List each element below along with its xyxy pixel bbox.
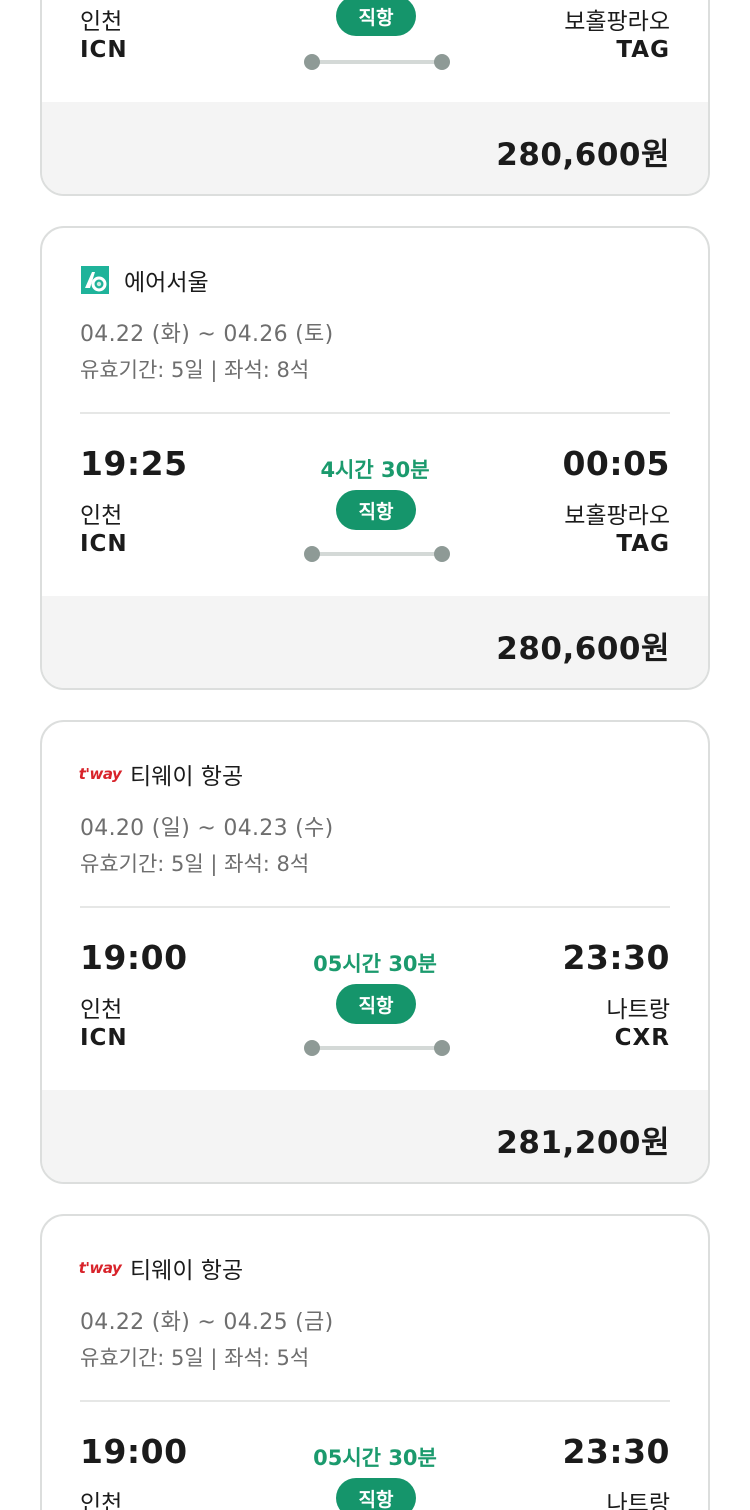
departure-code: ICN — [80, 1025, 128, 1051]
tway-logo-icon: t'way — [78, 765, 122, 783]
price-bar: 280,600원 — [42, 102, 708, 194]
flight-card[interactable]: t'way 티웨이 항공 04.22 (화) ~ 04.25 (금) 유효기간:… — [40, 1214, 710, 1510]
price: 280,600원 — [496, 631, 670, 667]
route-line — [304, 54, 450, 70]
airline-row: t'way 티웨이 항공 — [78, 756, 244, 792]
route-line — [304, 1040, 450, 1056]
arrival-city: 보홀팡라오 — [564, 503, 670, 529]
travel-dates: 04.20 (일) ~ 04.23 (수) — [80, 816, 334, 841]
price-bar: 281,200원 — [42, 1090, 708, 1182]
flight-card[interactable]: t'way 티웨이 항공 04.20 (일) ~ 04.23 (수) 유효기간:… — [40, 720, 710, 1184]
route-line — [304, 546, 450, 562]
divider — [80, 1400, 670, 1402]
nonstop-badge: 직항 — [336, 984, 416, 1024]
departure-city: 인천 — [80, 503, 123, 529]
travel-dates: 04.22 (화) ~ 04.25 (금) — [80, 1310, 334, 1335]
arrival-city: 보홀팡라오 — [564, 9, 670, 35]
nonstop-badge: 직항 — [336, 1478, 416, 1510]
departure-city: 인천 — [80, 997, 123, 1023]
travel-dates: 04.22 (화) ~ 04.26 (토) — [80, 322, 334, 347]
flight-card[interactable]: 인천 ICN 직항 보홀팡라오 TAG 280,600원 — [40, 0, 710, 196]
arrival-code: TAG — [616, 37, 670, 63]
arrival-time: 00:05 — [562, 444, 670, 483]
nonstop-badge: 직항 — [336, 490, 416, 530]
air-seoul-logo-icon — [80, 265, 110, 295]
departure-code: ICN — [80, 531, 128, 557]
arrival-time: 23:30 — [562, 938, 670, 977]
airline-name: 티웨이 항공 — [130, 1258, 244, 1284]
nonstop-badge: 직항 — [336, 0, 416, 36]
flight-card[interactable]: 에어서울 04.22 (화) ~ 04.26 (토) 유효기간: 5일 | 좌석… — [40, 226, 710, 690]
airline-row: t'way 티웨이 항공 — [78, 1250, 244, 1286]
arrival-time: 23:30 — [562, 1432, 670, 1471]
price: 280,600원 — [496, 137, 670, 173]
validity-seats: 유효기간: 5일 | 좌석: 8석 — [80, 852, 310, 876]
airline-name: 에어서울 — [124, 270, 209, 296]
arrival-code: CXR — [614, 1025, 670, 1051]
price: 281,200원 — [496, 1125, 670, 1161]
departure-code: ICN — [80, 37, 128, 63]
divider — [80, 412, 670, 414]
airline-row: 에어서울 — [80, 262, 209, 298]
arrival-city: 나트랑 — [606, 997, 670, 1023]
airline-name: 티웨이 항공 — [130, 764, 244, 790]
tway-logo-icon: t'way — [78, 1259, 122, 1277]
divider — [80, 906, 670, 908]
arrival-city: 나트랑 — [606, 1491, 670, 1510]
departure-city: 인천 — [80, 1491, 123, 1510]
price-bar: 280,600원 — [42, 596, 708, 688]
arrival-code: TAG — [616, 531, 670, 557]
validity-seats: 유효기간: 5일 | 좌석: 5석 — [80, 1346, 310, 1370]
validity-seats: 유효기간: 5일 | 좌석: 8석 — [80, 358, 310, 382]
departure-city: 인천 — [80, 9, 123, 35]
